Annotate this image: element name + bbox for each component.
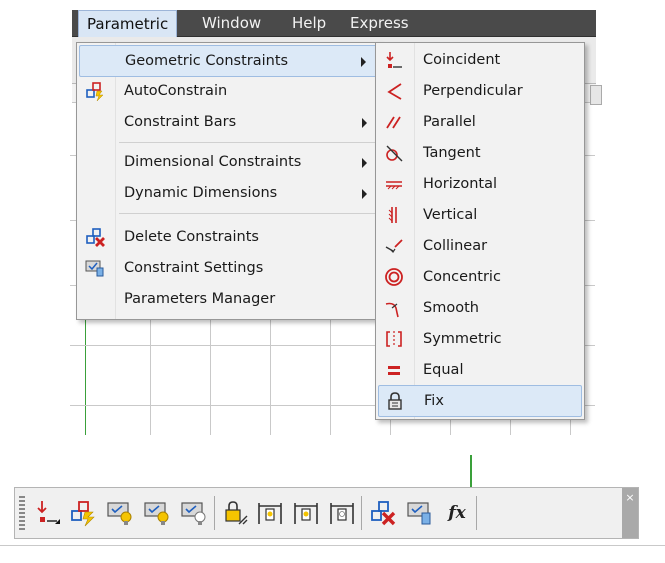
menu-item-label: Parallel: [423, 114, 476, 130]
menu-item-label: Coincident: [423, 52, 501, 68]
canvas-line: [0, 545, 665, 546]
dimensional-lock-icon[interactable]: [221, 498, 251, 528]
equal-icon: [388, 366, 400, 375]
menu-item-label: Constraint Settings: [124, 260, 264, 276]
menu-bar: Parametric Window Help Express: [72, 10, 596, 37]
aligned-dimension-icon[interactable]: [291, 498, 321, 528]
menu-item-collinear[interactable]: Collinear: [378, 231, 582, 261]
vertical-dimension-icon[interactable]: [327, 498, 357, 528]
menu-separator: [119, 213, 375, 214]
parallel-icon: [386, 116, 401, 129]
menu-item-perpendicular[interactable]: Perpendicular: [378, 76, 582, 106]
geometric-constraints-submenu: Coincident Perpendicular Parallel Tangen…: [375, 42, 585, 420]
perpendicular-icon: [387, 83, 402, 100]
menu-separator: [119, 142, 375, 143]
show-all-constraints-icon[interactable]: [142, 498, 172, 528]
collinear-icon: [385, 239, 403, 253]
menu-item-tangent[interactable]: Tangent: [378, 138, 582, 168]
menu-item-label: Dimensional Constraints: [124, 154, 302, 170]
menu-item-coincident[interactable]: Coincident: [378, 45, 582, 75]
horizontal-icon: [386, 181, 402, 190]
parametric-toolbar: fx ×: [14, 487, 639, 539]
menu-item-geometric-constraints[interactable]: Geometric Constraints: [79, 45, 377, 77]
constraint-settings-icon[interactable]: [405, 498, 435, 528]
vertical-icon: [388, 207, 397, 223]
menu-item-autoconstrain[interactable]: AutoConstrain: [79, 76, 377, 106]
menu-item-horizontal[interactable]: Horizontal: [378, 169, 582, 199]
ribbon-fragment: [590, 85, 602, 105]
parametric-menu: Geometric Constraints AutoConstrain Cons…: [76, 42, 380, 320]
coincident-icon: [386, 52, 402, 68]
coincident-icon[interactable]: [33, 498, 63, 528]
menu-item-label: Dynamic Dimensions: [124, 185, 278, 201]
menu-item-dimensional-constraints[interactable]: Dimensional Constraints: [79, 147, 377, 177]
parameters-manager-icon[interactable]: fx: [442, 498, 472, 528]
symmetric-icon: [386, 331, 402, 347]
menu-item-label: Tangent: [423, 145, 481, 161]
submenu-arrow-icon: [362, 118, 367, 128]
menu-item-label: Horizontal: [423, 176, 498, 192]
toolbar-separator: [361, 496, 362, 530]
fx-label: fx: [448, 503, 466, 523]
tangent-icon: [386, 145, 403, 162]
delete-constraints-icon[interactable]: [368, 498, 398, 528]
autoconstrain-icon[interactable]: [68, 498, 98, 528]
submenu-arrow-icon: [362, 158, 367, 168]
menu-help[interactable]: Help: [284, 10, 334, 36]
menu-item-constraint-settings[interactable]: Constraint Settings: [79, 253, 377, 283]
concentric-icon: [385, 268, 403, 286]
menu-item-delete-constraints[interactable]: Delete Constraints: [79, 222, 377, 252]
menu-item-label: Geometric Constraints: [125, 53, 289, 69]
menu-item-smooth[interactable]: Smooth: [378, 293, 582, 323]
menu-item-label: Concentric: [423, 269, 501, 285]
menu-item-parallel[interactable]: Parallel: [378, 107, 582, 137]
menu-item-label: Perpendicular: [423, 83, 523, 99]
menu-item-dynamic-dimensions[interactable]: Dynamic Dimensions: [79, 178, 377, 208]
menu-item-label: AutoConstrain: [124, 83, 228, 99]
menu-item-label: Collinear: [423, 238, 488, 254]
menu-item-label: Vertical: [423, 207, 478, 223]
constraint-settings-icon: [85, 260, 104, 277]
linear-dimension-icon[interactable]: [255, 498, 285, 528]
menu-item-label: Constraint Bars: [124, 114, 237, 130]
menu-item-label: Fix: [424, 393, 444, 409]
autoconstrain-icon: [86, 82, 104, 101]
toolbar-grip[interactable]: [19, 496, 25, 530]
submenu-arrow-icon: [362, 189, 367, 199]
show-constraints-icon[interactable]: [105, 498, 135, 528]
menu-item-label: Delete Constraints: [124, 229, 259, 245]
submenu-arrow-icon: [361, 57, 366, 67]
fix-icon: [388, 392, 402, 410]
menu-item-constraint-bars[interactable]: Constraint Bars: [79, 107, 377, 137]
menu-parametric[interactable]: Parametric: [78, 10, 178, 37]
hide-all-constraints-icon[interactable]: [179, 498, 209, 528]
menu-item-label: Symmetric: [423, 331, 502, 347]
menu-item-vertical[interactable]: Vertical: [378, 200, 582, 230]
menu-item-concentric[interactable]: Concentric: [378, 262, 582, 292]
menu-item-label: Smooth: [423, 300, 479, 316]
menu-item-fix[interactable]: Fix: [378, 385, 582, 417]
menu-item-label: Equal: [423, 362, 464, 378]
toolbar-close-button[interactable]: ×: [622, 488, 638, 538]
delete-constraints-icon: [86, 228, 105, 247]
menu-item-parameters-manager[interactable]: Parameters Manager: [79, 284, 377, 314]
menu-item-equal[interactable]: Equal: [378, 355, 582, 385]
toolbar-separator: [214, 496, 215, 530]
smooth-icon: [385, 302, 399, 318]
menu-window[interactable]: Window: [194, 10, 269, 36]
menu-item-symmetric[interactable]: Symmetric: [378, 324, 582, 354]
menu-item-label: Parameters Manager: [124, 291, 276, 307]
toolbar-separator: [476, 496, 477, 530]
menu-express[interactable]: Express: [342, 10, 417, 36]
